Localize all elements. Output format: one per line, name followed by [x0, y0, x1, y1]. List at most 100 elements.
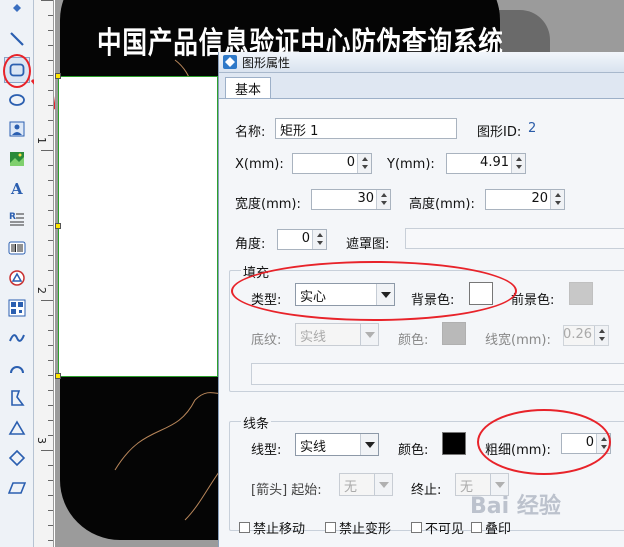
ruler-tick — [48, 195, 53, 196]
text-tool[interactable]: A — [4, 175, 30, 201]
resize-handle-top-left[interactable] — [55, 73, 61, 79]
chevron-down-icon[interactable] — [360, 434, 378, 455]
ruler-tick — [48, 15, 53, 16]
ellipse-icon — [9, 94, 25, 106]
image-tool[interactable] — [4, 116, 30, 142]
angle-stepper[interactable]: 0 — [277, 229, 327, 250]
lock-resize-label: 禁止变形 — [339, 522, 392, 537]
id-label: 图形ID: — [477, 125, 522, 140]
linewidth-spin-arrows[interactable] — [594, 326, 608, 345]
ruler-tick — [41, 0, 53, 1]
barcode-tool[interactable] — [4, 235, 30, 261]
picture-tool[interactable] — [4, 146, 30, 172]
ruler-tick — [48, 345, 53, 346]
ruler-tick — [48, 390, 53, 391]
fgcolor-label: 前景色: — [511, 293, 555, 308]
lock-move-checkbox[interactable]: 禁止移动 — [239, 518, 305, 537]
checkbox-box[interactable] — [239, 522, 250, 533]
curve-tool[interactable] — [4, 325, 30, 351]
angle-value: 0 — [301, 231, 310, 246]
overprint-checkbox[interactable]: 叠印 — [471, 518, 511, 537]
qrcode-icon — [8, 299, 26, 317]
x-stepper[interactable]: 0 — [292, 153, 372, 174]
id-value: 2 — [528, 121, 537, 136]
ruler-tick — [41, 150, 53, 151]
ruler-tick — [48, 465, 53, 466]
rich-text-tool[interactable]: R — [4, 205, 30, 231]
ruler-tick — [48, 330, 53, 331]
arc-tool[interactable] — [4, 355, 30, 381]
ruler-tick — [48, 495, 53, 496]
chevron-down-icon[interactable] — [360, 324, 378, 345]
line-icon — [10, 32, 24, 46]
ruler-tick — [48, 60, 53, 61]
fill-color-swatch[interactable] — [442, 322, 466, 345]
fgcolor-swatch[interactable] — [569, 282, 593, 305]
ruler-tick — [48, 285, 53, 286]
name-input[interactable]: 矩形 1 — [275, 118, 457, 139]
line-tool[interactable] — [4, 26, 30, 52]
parallelogram-tool[interactable] — [4, 475, 30, 501]
ruler-tick — [48, 75, 53, 76]
qrcode-tool[interactable] — [4, 295, 30, 321]
name-label: 名称: — [235, 125, 266, 140]
pointer-tool[interactable] — [4, 0, 30, 16]
lock-resize-checkbox[interactable]: 禁止变形 — [325, 518, 391, 537]
width-spin-arrows[interactable] — [376, 190, 390, 209]
ellipse-tool[interactable] — [4, 87, 30, 113]
arrow-start-label: [箭头] 起始: — [251, 483, 322, 498]
angle-spin-arrows[interactable] — [312, 230, 326, 249]
polygon-tool[interactable] — [4, 385, 30, 411]
mask-label: 遮罩图: — [346, 237, 390, 252]
parallelogram-icon — [8, 482, 26, 494]
stroke-style-value: 实线 — [300, 440, 327, 455]
mask-image-field[interactable] — [405, 228, 624, 249]
linewidth-stepper[interactable]: 0.26 — [563, 325, 609, 346]
width-label: 宽度(mm): — [235, 197, 301, 212]
rich-text-icon: R — [9, 212, 24, 226]
diamond-pointer-icon — [13, 4, 21, 12]
y-stepper[interactable]: 4.91 — [446, 153, 526, 174]
ruler-tick — [48, 270, 53, 271]
chevron-down-icon[interactable] — [374, 474, 392, 495]
stroke-legend: 线条 — [241, 413, 272, 432]
ruler-tick — [48, 255, 53, 256]
resize-handle-bottom-left[interactable] — [55, 373, 61, 379]
y-spin-arrows[interactable] — [511, 154, 525, 173]
highlight-oval-thickness — [477, 409, 611, 475]
width-stepper[interactable]: 30 — [311, 189, 391, 210]
ruler-tick — [48, 360, 53, 361]
arrow-start-select[interactable]: 无 — [339, 473, 393, 496]
stroke-style-select[interactable]: 实线 — [295, 433, 379, 456]
checkbox-box[interactable] — [411, 522, 422, 533]
overprint-label: 叠印 — [485, 522, 512, 537]
triangle-tool[interactable] — [4, 415, 30, 441]
tab-strip: 基本 — [219, 73, 624, 98]
dialog-titlebar[interactable]: 图形属性 — [219, 52, 624, 73]
ruler-tick — [48, 375, 53, 376]
stroke-color-swatch[interactable] — [442, 432, 466, 455]
text-icon: A — [10, 180, 23, 197]
height-stepper[interactable]: 20 — [485, 189, 565, 210]
diamond-tool[interactable] — [4, 445, 30, 471]
x-value: 0 — [346, 155, 355, 170]
shape-tool[interactable] — [4, 265, 30, 291]
x-spin-arrows[interactable] — [357, 154, 371, 173]
checkbox-box[interactable] — [471, 522, 482, 533]
ruler-tick — [48, 480, 53, 481]
resize-handle-left[interactable] — [55, 223, 61, 229]
ruler-tick — [48, 210, 53, 211]
basic-panel: 名称: 矩形 1 图形ID: 2 X(mm): 0 Y(mm): 4.91 宽度… — [219, 98, 624, 547]
tab-basic[interactable]: 基本 — [225, 77, 271, 98]
y-value: 4.91 — [480, 155, 509, 170]
ruler-tick — [48, 180, 53, 181]
height-spin-arrows[interactable] — [550, 190, 564, 209]
arrow-start-value: 无 — [344, 480, 358, 495]
watermark-text: Bai 经验 — [470, 494, 561, 519]
checkbox-box[interactable] — [325, 522, 336, 533]
selected-rectangle[interactable] — [58, 76, 218, 377]
pattern-select[interactable]: 实线 — [295, 323, 379, 346]
ruler-tick — [48, 405, 53, 406]
invisible-checkbox[interactable]: 不可见 — [411, 518, 464, 537]
ruler-tick — [41, 450, 53, 451]
